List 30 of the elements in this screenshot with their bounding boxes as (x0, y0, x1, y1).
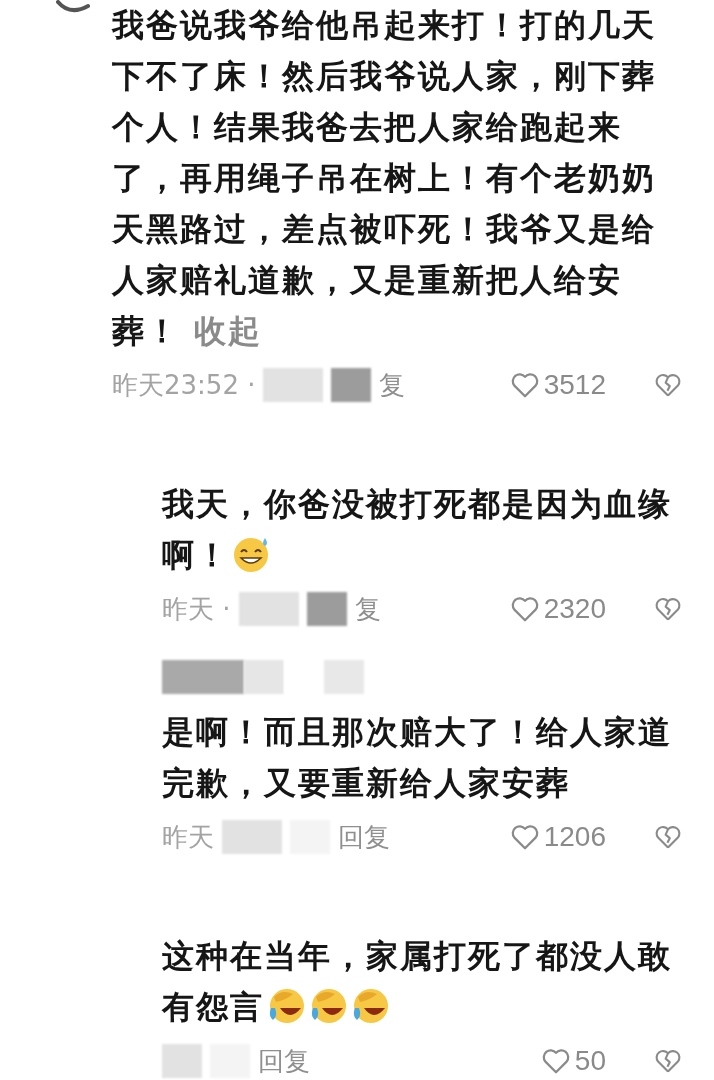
comment-time: 昨天 (162, 820, 214, 854)
blurred-area (306, 592, 347, 626)
like-button[interactable]: 50 (540, 1045, 606, 1077)
collapse-link[interactable]: 收起 (194, 312, 262, 350)
comment-time: 昨天23:52 · (112, 368, 256, 402)
like-icon[interactable] (540, 1047, 571, 1075)
like-count: 50 (574, 1045, 606, 1077)
like-icon[interactable] (509, 371, 540, 399)
dislike-button[interactable] (654, 372, 682, 398)
blurred-area (331, 368, 372, 402)
like-button[interactable]: 3512 (509, 369, 606, 401)
dislike-button[interactable] (654, 824, 682, 850)
reply-text: 我天，你爸没被打死都是因为血缘啊！ (162, 484, 673, 576)
reply-link[interactable]: 复 (379, 367, 406, 403)
dislike-button[interactable] (654, 596, 682, 622)
reply-text: 这种在当年，家属打死了都没人敢有怨言 (162, 936, 673, 1028)
comment-time: 昨天 · (162, 592, 231, 626)
like-count: 3512 (543, 369, 606, 401)
like-icon[interactable] (509, 595, 540, 623)
like-icon[interactable] (509, 823, 540, 851)
reply-text: 是啊！而且那次赔大了！给人家道完歉，又要重新给人家安葬 (162, 712, 673, 804)
reply-link[interactable]: 复 (354, 591, 381, 627)
reply-link[interactable]: 回复 (258, 1043, 310, 1079)
reply-link[interactable]: 回复 (338, 819, 390, 855)
comment-text: 我爸说我爷给他吊起来打！打的几天下不了床！然后我爷说人家，刚下葬个人！结果我爸去把人家给跑起来了，再用绳子吊在树上！有个老奶奶天黑路过，差点被吓死！我爷又是给人家赔礼道歉，又是重新把人给安葬！ 收起 (112, 5, 657, 352)
like-count: 2320 (543, 593, 606, 625)
like-button[interactable]: 2320 (509, 593, 606, 625)
like-button[interactable]: 1206 (509, 821, 606, 853)
like-count: 1206 (543, 821, 606, 853)
dislike-button[interactable] (654, 1048, 682, 1074)
